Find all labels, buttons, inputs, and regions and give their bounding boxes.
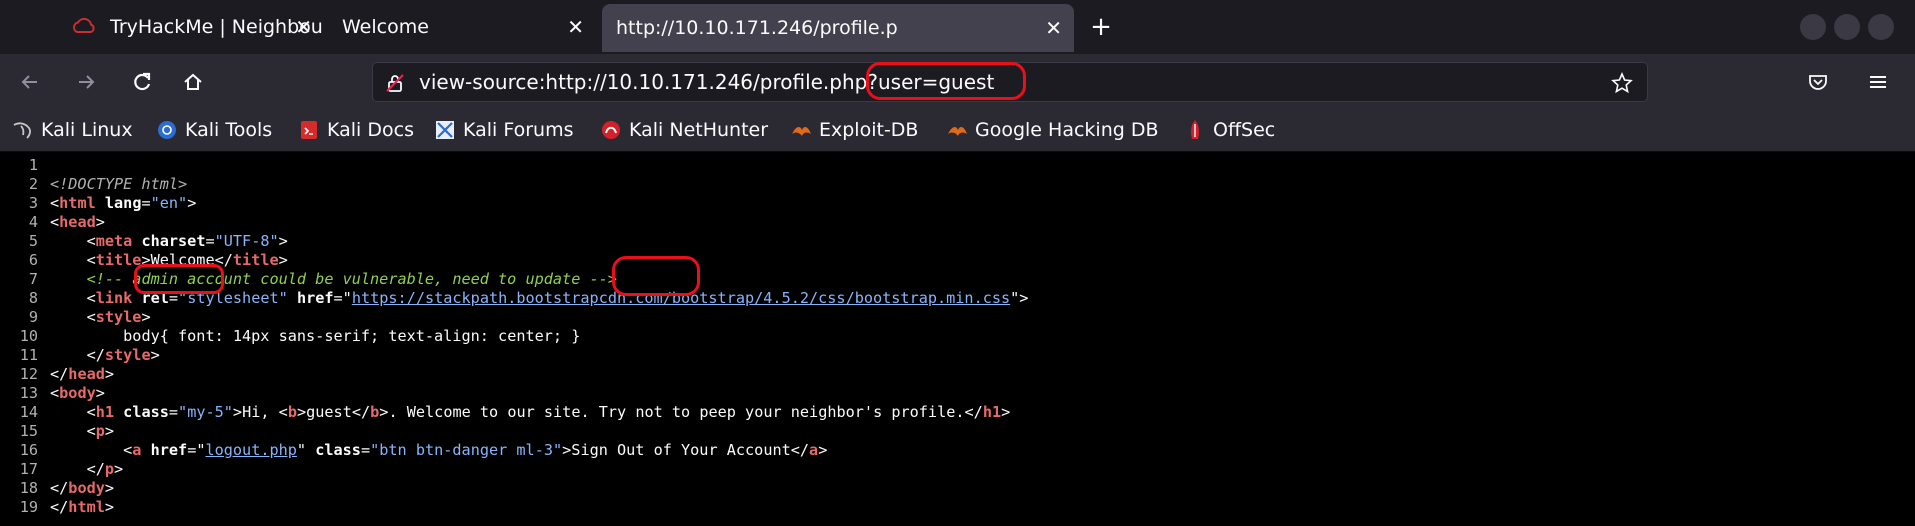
source-view: 1 2 <!DOCTYPE html> 3 <html lang="en"> 4 <h… [0,153,1915,526]
tab-label: http://10.10.171.246/profile.p [616,17,898,39]
source-line: 14 <h1 class="my-5">Hi, <b>guest</b>. We… [19,403,1011,421]
bookmark-google-hacking-db[interactable]: Google Hacking DB [946,110,1159,150]
logout-link[interactable]: logout.php [205,441,296,459]
source-line: 12 </head> [19,365,115,383]
home-icon[interactable] [175,64,211,100]
tab-view-source[interactable]: http://10.10.171.246/profile.p ✕ [602,4,1074,52]
reload-icon[interactable] [124,64,160,100]
close-window-button[interactable] [1868,14,1894,40]
source-line: 18 </body> [19,479,115,497]
kali-docs-icon [298,119,320,141]
tab-strip: TryHackMe | Neighbour ✕ Welcome ✕ http:/… [0,0,1915,54]
source-line: 11 </style> [19,346,160,364]
close-icon[interactable]: ✕ [567,0,584,54]
source-line: 13 <body> [19,384,105,402]
close-icon[interactable]: ✕ [295,0,312,54]
source-line: 6 <title>Welcome</title> [28,251,288,269]
close-icon[interactable]: ✕ [1045,4,1062,52]
source-line: 1 [28,156,38,174]
kali-forums-icon [434,119,456,141]
source-line: 9 <style> [28,308,151,326]
source-line: 17 </p> [19,460,124,478]
bookmark-kali-tools[interactable]: Kali Tools [156,110,272,150]
kali-tools-icon [156,119,178,141]
bookmark-kali-nethunter[interactable]: Kali NetHunter [600,110,768,150]
tab-welcome[interactable]: Welcome ✕ [328,0,596,54]
maximize-button[interactable] [1834,14,1860,40]
exploit-db-icon [790,119,812,141]
source-line: 15 <p> [19,422,115,440]
annotation-url-query [866,62,1026,100]
source-line: 2 <!DOCTYPE html> [28,175,188,193]
new-tab-button[interactable]: + [1084,10,1118,44]
annotation-admin [134,264,224,294]
bookmark-offsec[interactable]: OffSec [1184,110,1275,150]
nethunter-icon [600,119,622,141]
bookmarks-toolbar: Kali Linux Kali Tools Kali Docs Kali For… [0,110,1915,152]
bookmark-kali-forums[interactable]: Kali Forums [434,110,574,150]
forward-icon[interactable] [68,64,104,100]
pocket-icon[interactable] [1800,64,1836,100]
source-line: 3 <html lang="en"> [28,194,197,212]
tryhackme-icon [70,16,96,38]
source-line-comment: 7 <!-- admin account could be vulnerable… [28,270,617,288]
source-line: 4 <head> [28,213,105,231]
back-icon[interactable] [12,64,48,100]
ghdb-icon [946,119,968,141]
bookmark-exploit-db[interactable]: Exploit-DB [790,110,918,150]
annotation-update [612,256,700,296]
bookmark-star-icon[interactable] [1609,70,1635,96]
bookmark-kali-docs[interactable]: Kali Docs [298,110,414,150]
tab-label: TryHackMe | Neighbour [110,16,324,38]
tab-label: Welcome [342,16,429,38]
source-line: 8 <link rel="stylesheet" href="https://s… [28,289,1029,307]
source-line: 5 <meta charset="UTF-8"> [28,232,288,250]
insecure-lock-icon[interactable] [383,71,407,95]
bookmark-kali-linux[interactable]: Kali Linux [12,110,133,150]
source-line: 10 body{ font: 14px sans-serif; text-ali… [19,327,581,345]
minimize-button[interactable] [1800,14,1826,40]
menu-icon[interactable] [1860,64,1896,100]
tab-tryhackme[interactable]: TryHackMe | Neighbour ✕ [56,0,324,54]
source-line: 16 <a href="logout.php" class="btn btn-d… [19,441,828,459]
kali-dragon-icon [12,119,34,141]
offsec-icon [1184,119,1206,141]
source-line: 19 </html> [19,498,115,516]
